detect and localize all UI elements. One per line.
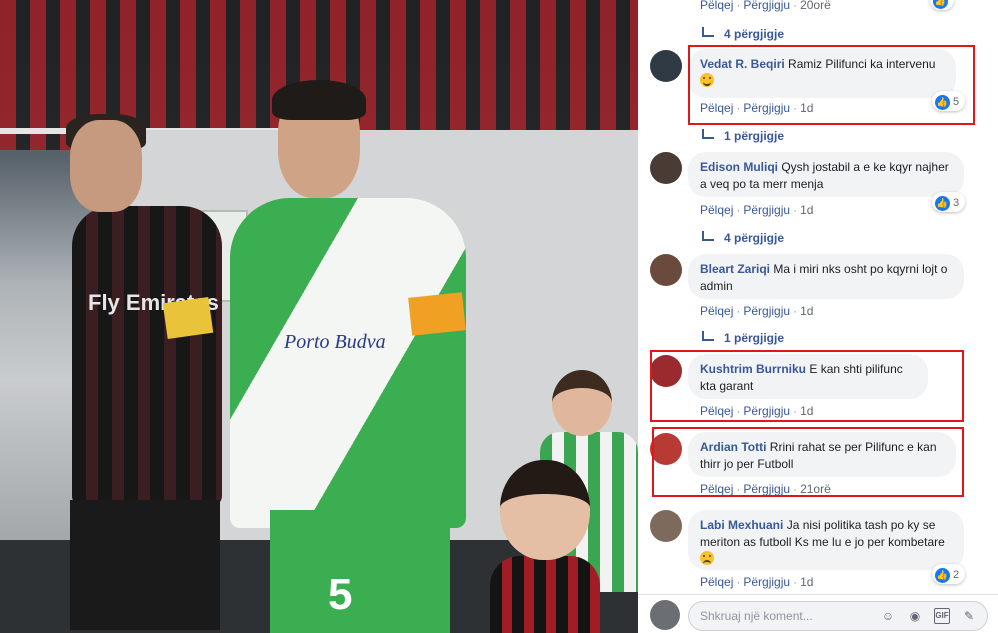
green-shirt [230,198,466,528]
comment-actions: Pëlqej · Përgjigju · 1d [700,203,814,217]
comment-actions: Pëlqej · Përgjigju · 1d [700,575,814,589]
player-hair [272,80,366,120]
thumbs-up-icon: 👍 [933,0,948,9]
milan-shirt [72,206,222,506]
mascot-head [500,460,590,560]
comments-panel[interactable]: Pëlqej · Përgjigju · 20orë 👍 4 përgjigje Ved… [638,0,998,633]
thumbs-up-icon: 👍 [935,195,950,211]
camera-icon[interactable]: ◉ [907,608,923,624]
comment-bubble: Edison Muliqi Qysh jostabil a e ke kqyr … [688,152,964,197]
comment-actions: Pëlqej · Përgjigju · 20orë [700,0,831,12]
like-link[interactable]: Pëlqej [700,0,733,12]
captain-armband [408,292,466,336]
player-green: Porto Budva 5 [220,80,500,633]
reply-arrow-icon [702,331,714,341]
like-link[interactable]: Pëlqej [700,304,733,318]
view-replies-link[interactable]: 4 përgjigje [702,231,784,245]
avatar[interactable] [650,152,682,184]
mascot-head [552,370,612,436]
reply-link[interactable]: Përgjigju [743,203,790,217]
current-user-avatar[interactable] [650,600,680,630]
emoji-icon[interactable]: ☺ [880,608,896,624]
comment-composer: Shkruaj një koment... ☺ ◉ GIF ✎ [638,594,998,633]
mascot-shirt [490,556,600,633]
reply-arrow-icon [702,27,714,37]
reply-link[interactable]: Përgjigju [743,304,790,318]
avatar[interactable] [650,254,682,286]
player-milan: Fly Emirates [60,110,222,633]
gif-icon[interactable]: GIF [934,608,950,624]
reaction-count[interactable]: 👍 2 [932,564,966,584]
comment-time: 20orë [800,0,831,12]
highlight-box [688,45,975,125]
reply-link[interactable]: Përgjigju [743,575,790,589]
shirt-sponsor: Porto Budva [284,331,386,353]
reply-link[interactable]: Përgjigju [743,0,790,12]
milan-shorts [70,500,220,630]
view-replies-link[interactable]: 1 përgjigje [702,129,784,143]
post-photo[interactable]: Fly Emirates Porto Budva 5 [0,0,638,633]
comment-bubble: Labi Mexhuani Ja nisi politika tash po k… [688,510,964,570]
sad-emoji-icon [700,551,714,565]
avatar[interactable] [650,510,682,542]
comment-time: 1d [800,304,814,318]
comment-author[interactable]: Edison Muliqi [700,160,778,174]
highlight-box [650,350,964,422]
view-replies-link[interactable]: 1 përgjigje [702,331,784,345]
like-link[interactable]: Pëlqej [700,575,733,589]
comment-actions: Pëlqej · Përgjigju · 1d [700,304,814,318]
composer-icons: ☺ ◉ GIF ✎ [880,602,977,630]
reply-arrow-icon [702,129,714,139]
thumbs-up-icon: 👍 [935,567,950,583]
captain-armband [162,296,214,340]
shorts-number: 5 [328,570,353,619]
sticker-icon[interactable]: ✎ [961,608,977,624]
reaction-count[interactable]: 👍 [930,0,954,10]
reply-arrow-icon [702,231,714,241]
avatar[interactable] [650,50,682,82]
highlight-box [652,427,964,497]
comment-bubble: Bleart Zariqi Ma i miri nks osht po kqyr… [688,254,964,299]
comment-input-placeholder: Shkruaj një koment... [700,609,813,623]
like-link[interactable]: Pëlqej [700,203,733,217]
comment-author[interactable]: Bleart Zariqi [700,262,770,276]
reaction-count[interactable]: 👍 3 [932,192,966,212]
comment-time: 1d [800,203,814,217]
comment-time: 1d [800,575,814,589]
green-shorts [270,510,450,633]
comment-input[interactable]: Shkruaj një koment... ☺ ◉ GIF ✎ [688,601,988,631]
player-head [70,120,142,212]
mascot-boy [490,460,600,633]
view-replies-link[interactable]: 4 përgjigje [702,27,784,41]
comment-author[interactable]: Labi Mexhuani [700,518,783,532]
